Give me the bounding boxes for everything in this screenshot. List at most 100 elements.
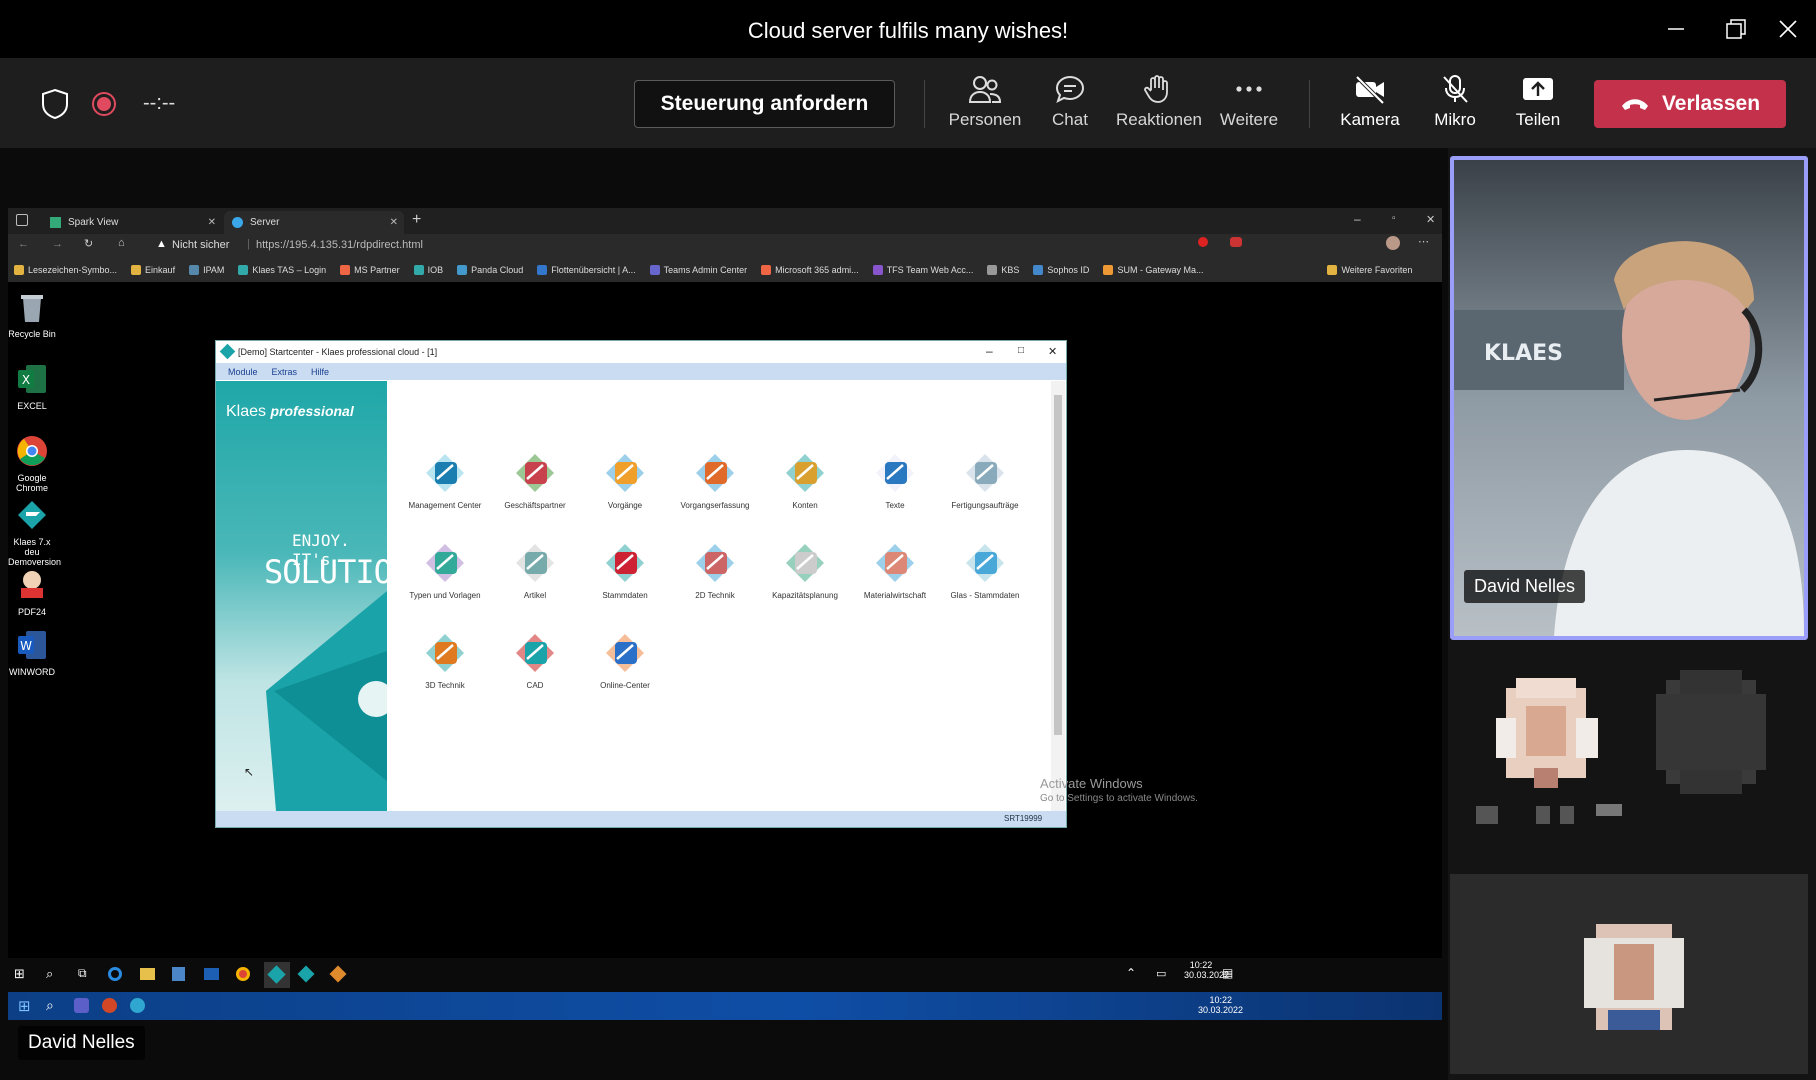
chrome-taskbar-icon[interactable] — [236, 967, 250, 981]
module-tile[interactable]: Kapazitätsplanung — [755, 541, 855, 600]
klaes-tool-icon[interactable] — [297, 965, 315, 983]
klaes-tool2-icon[interactable] — [329, 965, 347, 983]
favorite-item[interactable]: Klaes TAS – Login — [238, 265, 326, 275]
new-tab-icon[interactable]: + — [412, 211, 421, 229]
module-tile[interactable]: Fertigungsaufträge — [935, 451, 1035, 510]
favorite-item[interactable]: Teams Admin Center — [649, 265, 747, 275]
favorite-item[interactable]: Lesezeichen-Symbo... — [14, 265, 117, 275]
desktop-icon-chrome[interactable]: Google Chrome — [8, 434, 56, 493]
leave-button[interactable]: Verlassen — [1594, 80, 1786, 128]
klaes-scrollbar[interactable] — [1051, 381, 1065, 811]
favorite-item[interactable]: Microsoft 365 admi... — [761, 265, 859, 275]
module-tile[interactable]: Vorgangserfassung — [665, 451, 765, 510]
camera-button[interactable]: Kamera — [1334, 68, 1406, 140]
desktop-icon-recycle-bin[interactable]: Recycle Bin — [8, 290, 56, 339]
close-tab-icon[interactable]: ✕ — [208, 217, 216, 228]
module-tile[interactable]: CAD — [485, 631, 585, 690]
desktop-icon-pdf24[interactable]: PDF24 — [8, 568, 56, 617]
more-button[interactable]: Weitere — [1214, 68, 1284, 140]
request-control-button[interactable]: Steuerung anfordern — [634, 80, 895, 128]
shield-icon[interactable] — [40, 88, 70, 125]
favorite-item[interactable]: IOB — [413, 265, 443, 275]
module-tile[interactable]: Online-Center — [575, 631, 675, 690]
task-view-icon[interactable]: ⧉ — [78, 966, 87, 981]
participant-tile[interactable] — [1450, 874, 1808, 1074]
klaes-taskbar-item[interactable] — [264, 962, 290, 988]
module-tile[interactable]: Konten — [755, 451, 855, 510]
tab-server[interactable]: Server ✕ — [224, 211, 404, 234]
server-manager-icon[interactable] — [172, 967, 185, 981]
favorite-item[interactable]: IPAM — [189, 265, 224, 275]
klaes-maximize-icon[interactable]: □ — [1018, 345, 1024, 356]
restore-button[interactable] — [1716, 10, 1756, 48]
powershell-icon[interactable] — [204, 968, 219, 980]
favorite-item[interactable]: KBS — [987, 265, 1019, 275]
browser-restore-icon[interactable]: ▫ — [1392, 213, 1396, 224]
module-tile[interactable]: Texte — [845, 451, 945, 510]
more-favorites[interactable]: Weitere Favoriten — [1327, 265, 1412, 275]
profile-avatar[interactable] — [1386, 236, 1400, 250]
module-tile[interactable]: 2D Technik — [665, 541, 765, 600]
forward-icon[interactable]: → — [52, 238, 63, 250]
klaes-minimize-icon[interactable]: – — [986, 344, 993, 358]
menu-module[interactable]: Module — [228, 367, 258, 377]
browser-menu-icon[interactable]: ⋯ — [1418, 235, 1429, 248]
file-explorer-icon[interactable] — [140, 968, 155, 980]
powerpoint-icon[interactable] — [102, 998, 117, 1013]
menu-hilfe[interactable]: Hilfe — [311, 367, 329, 377]
active-speaker-tile[interactable]: KLAES David Nelles — [1450, 156, 1808, 640]
menu-extras[interactable]: Extras — [272, 367, 298, 377]
ie-icon[interactable] — [108, 967, 122, 981]
tray-chevron-icon[interactable]: ⌃ — [1126, 966, 1136, 980]
module-tile[interactable]: Stammdaten — [575, 541, 675, 600]
back-icon[interactable]: ← — [18, 238, 29, 250]
windows-start-icon[interactable]: ⊞ — [18, 997, 31, 1015]
module-tile[interactable]: Vorgänge — [575, 451, 675, 510]
share-button[interactable]: Teilen — [1506, 68, 1570, 140]
chat-button[interactable]: Chat — [1040, 68, 1100, 140]
favorite-item[interactable]: SUM - Gateway Ma... — [1103, 265, 1203, 275]
favorite-item[interactable]: Flottenübersicht | A... — [537, 265, 636, 275]
search-icon[interactable]: ⌕ — [46, 997, 54, 1014]
participant-avatar-blurred[interactable] — [1656, 670, 1766, 794]
extension-icon[interactable] — [1198, 237, 1208, 247]
edge-icon[interactable] — [130, 998, 145, 1013]
adblock-icon[interactable] — [1230, 237, 1242, 247]
browser-minimize-icon[interactable]: – — [1354, 212, 1361, 226]
module-label: Vorgänge — [607, 501, 643, 510]
favorite-item[interactable]: Sophos ID — [1033, 265, 1089, 275]
module-tile[interactable]: Management Center — [395, 451, 495, 510]
module-icon — [966, 544, 1004, 582]
module-tile[interactable]: Artikel — [485, 541, 585, 600]
browser-close-icon[interactable]: ✕ — [1426, 213, 1435, 226]
module-tile[interactable]: 3D Technik — [395, 631, 495, 690]
notification-icon[interactable]: ▤ — [1222, 966, 1233, 980]
home-icon[interactable]: ⌂ — [118, 237, 125, 249]
module-tile[interactable]: Geschäftspartner — [485, 451, 585, 510]
reload-icon[interactable]: ↻ — [84, 237, 93, 250]
mic-button[interactable]: Mikro — [1420, 68, 1490, 140]
participant-avatar-blurred[interactable] — [1486, 678, 1608, 796]
close-tab-icon[interactable]: ✕ — [390, 217, 398, 228]
minimize-button[interactable] — [1656, 10, 1696, 48]
klaes-close-icon[interactable]: ✕ — [1048, 345, 1057, 358]
windows-start-icon[interactable]: ⊞ — [14, 966, 25, 982]
url-field[interactable]: https://195.4.135.31/rdpdirect.html — [256, 239, 423, 251]
desktop-icon-excel[interactable]: X EXCEL — [8, 362, 56, 411]
favorite-item[interactable]: MS Partner — [340, 265, 400, 275]
module-tile[interactable]: Materialwirtschaft — [845, 541, 945, 600]
desktop-icon-klaes[interactable]: Klaes 7.x deu Demoversion — [8, 498, 61, 567]
module-tile[interactable]: Glas - Stammdaten — [935, 541, 1035, 600]
desktop-icon-word[interactable]: W WINWORD — [8, 628, 56, 677]
people-button[interactable]: Personen — [944, 68, 1026, 140]
reactions-button[interactable]: Reaktionen — [1114, 68, 1204, 140]
tab-spark-view[interactable]: Spark View ✕ — [42, 211, 222, 234]
favorite-item[interactable]: TFS Team Web Acc... — [872, 265, 973, 275]
close-button[interactable] — [1768, 10, 1808, 48]
search-icon[interactable]: ⌕ — [46, 966, 53, 982]
module-tile[interactable]: Typen und Vorlagen — [395, 541, 495, 600]
favorite-item[interactable]: Panda Cloud — [457, 265, 523, 275]
favorite-item[interactable]: Einkauf — [131, 265, 175, 275]
teams-icon[interactable] — [74, 998, 89, 1013]
tab-actions-icon[interactable] — [16, 214, 28, 226]
